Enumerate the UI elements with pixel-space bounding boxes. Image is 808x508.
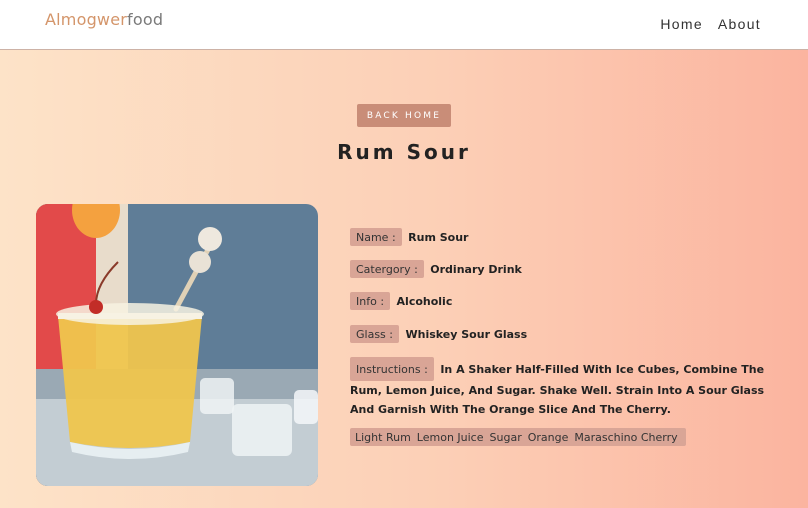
instructions-label: Instructions : (350, 357, 434, 381)
nav-links: Home About (660, 16, 761, 32)
navbar: Almogwerfood Home About (0, 0, 808, 50)
ingredient-item: Orange (527, 431, 569, 444)
detail-info: Info : Alcoholic (350, 292, 452, 310)
name-label: Name : (350, 228, 402, 246)
detail-glass: Glass : Whiskey Sour Glass (350, 325, 527, 343)
detail-category: Catergory : Ordinary Drink (350, 260, 522, 278)
detail-instructions: Instructions : In A Shaker Half-Filled W… (350, 357, 780, 419)
drink-photo (36, 204, 318, 486)
brand-logo[interactable]: Almogwerfood (45, 10, 163, 29)
back-home-button[interactable]: BACK HOME (357, 104, 451, 127)
ingredient-item: Sugar (489, 431, 522, 444)
drink-image (36, 204, 318, 486)
nav-link-home[interactable]: Home (660, 16, 703, 32)
page-title: Rum Sour (337, 140, 471, 164)
info-value: Alcoholic (396, 295, 453, 308)
glass-label: Glass : (350, 325, 399, 343)
glass-value: Whiskey Sour Glass (405, 328, 528, 341)
ingredients-list: Light Rum Lemon Juice Sugar Orange Maras… (350, 428, 686, 446)
logo-text-secondary: food (127, 10, 164, 29)
cocktail-section: BACK HOME Rum Sour Name : Rum Sour Cater… (0, 50, 808, 508)
info-label: Info : (350, 292, 391, 310)
detail-name: Name : Rum Sour (350, 228, 468, 246)
logo-text-primary: Almogwer (45, 10, 128, 29)
ingredient-item: Lemon Juice (416, 431, 484, 444)
ingredient-item: Maraschino Cherry (574, 431, 678, 444)
category-label: Catergory : (350, 260, 424, 278)
nav-link-about[interactable]: About (718, 16, 761, 32)
category-value: Ordinary Drink (430, 263, 522, 276)
ingredient-item: Light Rum (355, 431, 411, 444)
name-value: Rum Sour (408, 231, 469, 244)
